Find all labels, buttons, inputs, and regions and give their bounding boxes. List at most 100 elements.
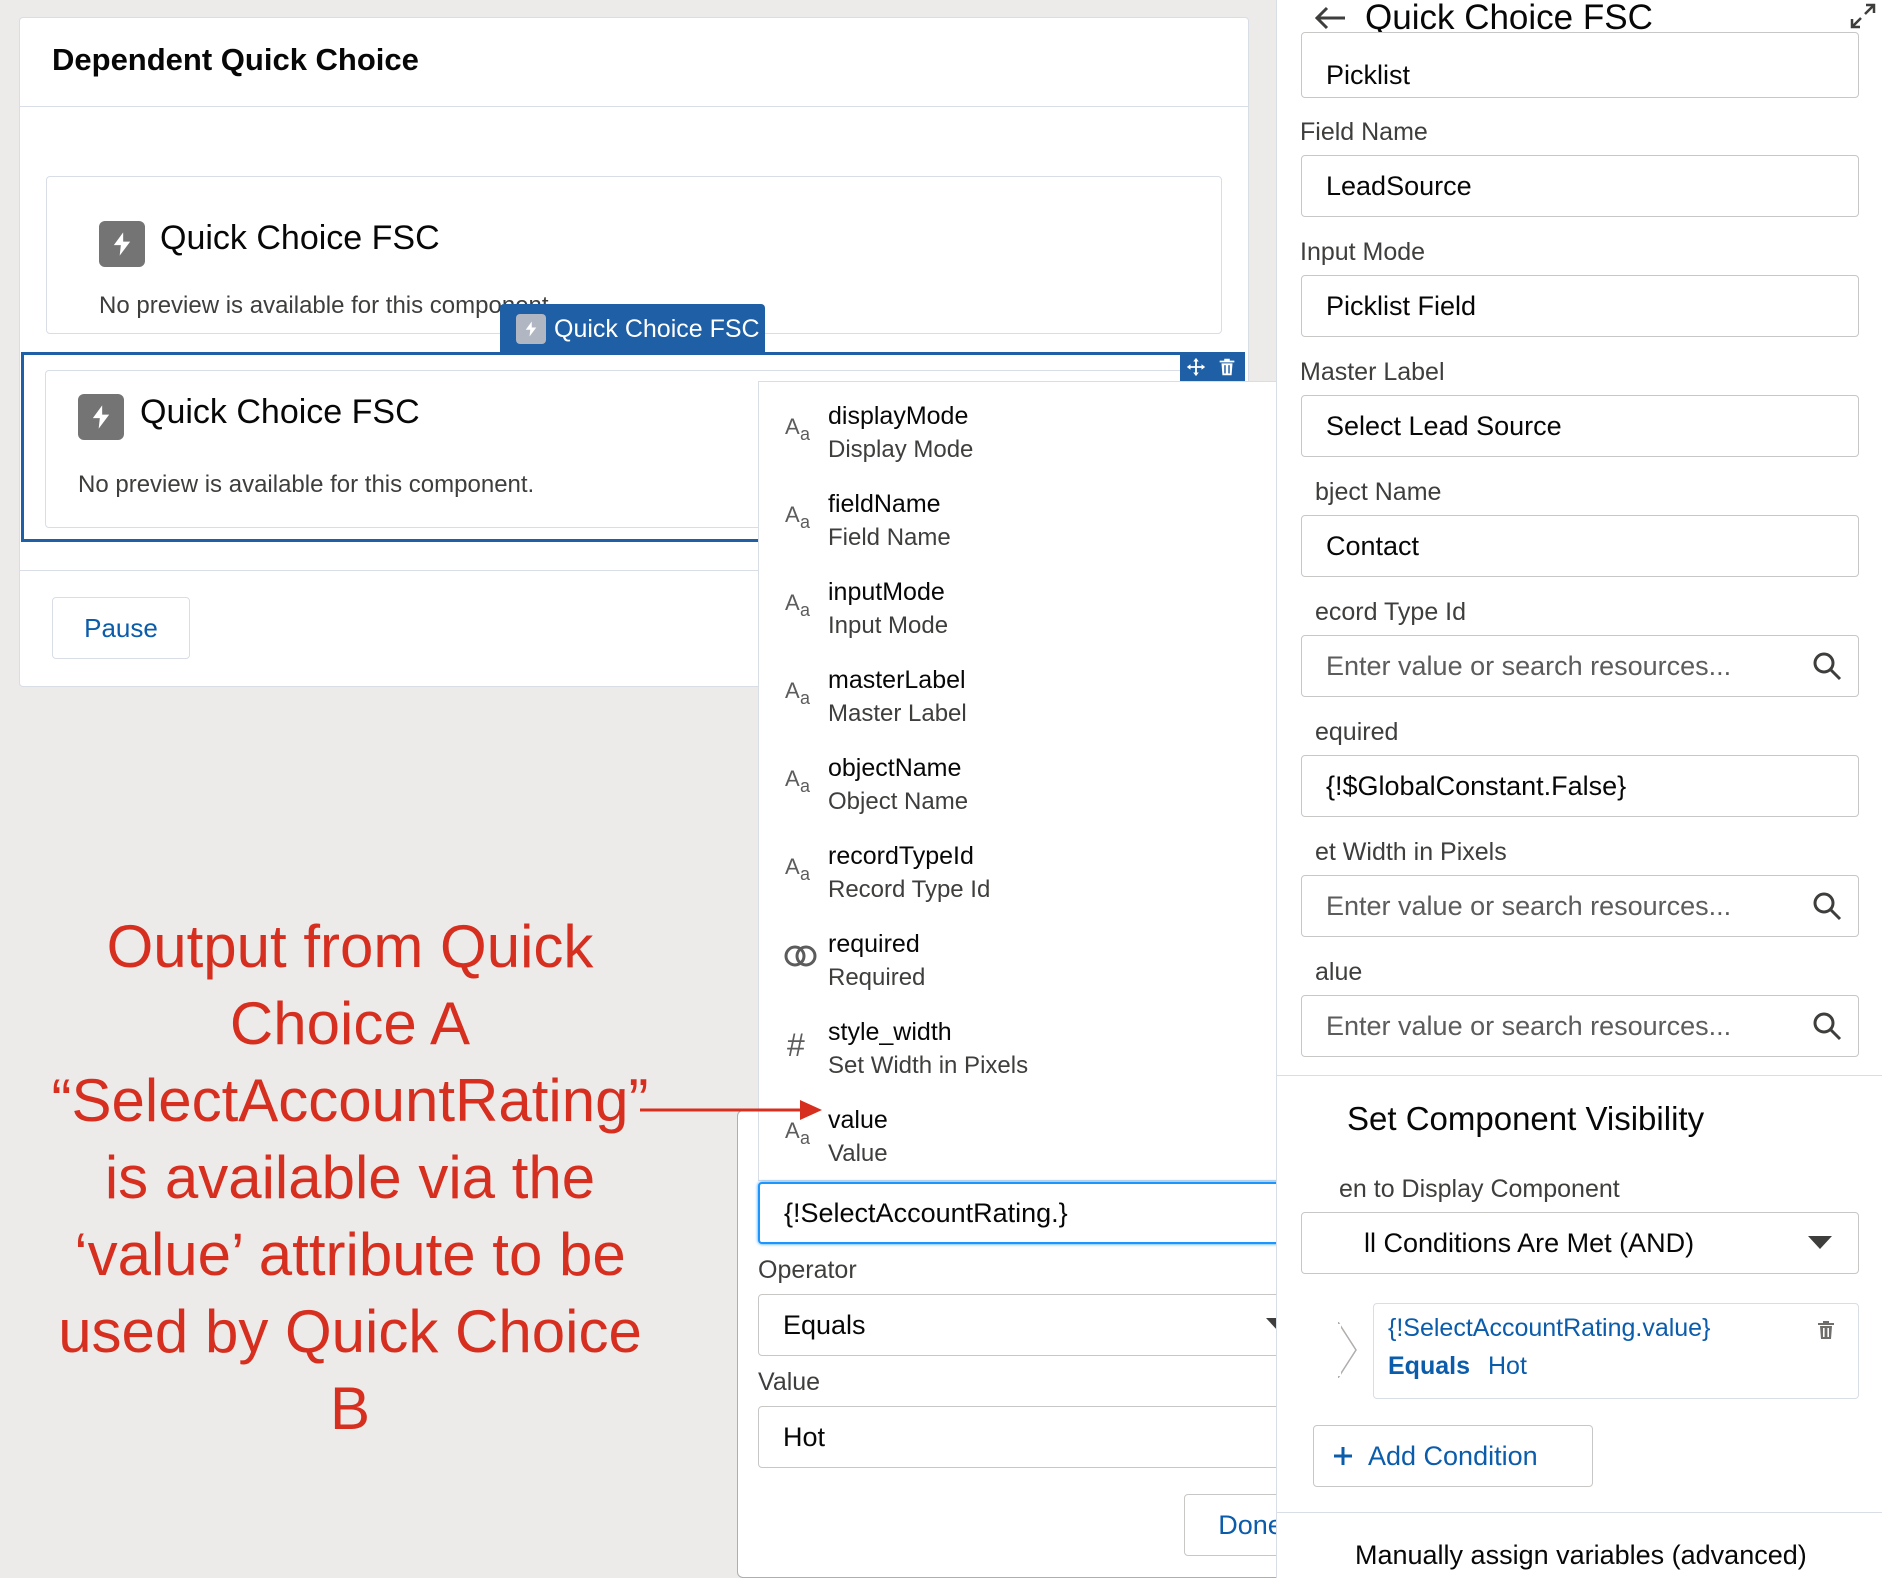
- dropdown-item-label: Required: [828, 964, 926, 991]
- component-toolbar: [1180, 352, 1243, 382]
- component-title: Quick Choice FSC: [160, 219, 440, 257]
- component-preview-text: No preview is available for this compone…: [99, 292, 556, 319]
- operator-label: Operator: [758, 1256, 857, 1284]
- master-label-input[interactable]: Select Lead Source: [1301, 395, 1859, 457]
- section-divider: [1277, 1512, 1882, 1513]
- record-type-label: ecord Type Id: [1315, 598, 1467, 626]
- record-type-placeholder: Enter value or search resources...: [1326, 650, 1732, 681]
- width-input[interactable]: Enter value or search resources...: [1301, 875, 1859, 937]
- svg-text:a: a: [800, 688, 811, 708]
- dropdown-item-label: Record Type Id: [828, 876, 991, 903]
- operator-select[interactable]: Equals: [758, 1294, 1317, 1356]
- required-label: equired: [1315, 718, 1399, 746]
- svg-text:a: a: [800, 864, 811, 884]
- screen-title: Dependent Quick Choice: [52, 42, 419, 77]
- input-mode-label: Input Mode: [1300, 238, 1426, 266]
- plus-icon: [1334, 1447, 1352, 1465]
- pause-button[interactable]: Pause: [52, 597, 190, 659]
- move-icon[interactable]: [1185, 356, 1207, 378]
- search-icon[interactable]: [1812, 1011, 1842, 1041]
- required-input[interactable]: {!$GlobalConstant.False}: [1301, 755, 1859, 817]
- dropdown-item-label: Input Mode: [828, 612, 949, 639]
- value-field-input[interactable]: Enter value or search resources...: [1301, 995, 1859, 1057]
- dropdown-item-required[interactable]: required Required: [759, 918, 1279, 1006]
- popover-notch: [1338, 1322, 1357, 1378]
- annotation-line: used by Quick Choice: [58, 1298, 642, 1365]
- text-icon: Aa: [781, 408, 821, 448]
- lightning-icon: [516, 314, 546, 344]
- dropdown-item-value[interactable]: Aa value Value: [759, 1094, 1279, 1182]
- dropdown-item-objectName[interactable]: Aa objectName Object Name: [759, 742, 1279, 830]
- properties-panel: Quick Choice FSC Picklist Field Name Lea…: [1276, 0, 1882, 1578]
- search-icon[interactable]: [1812, 651, 1842, 681]
- condition-resource: {!SelectAccountRating.value}: [1388, 1314, 1711, 1342]
- text-icon: Aa: [781, 672, 821, 712]
- resource-dropdown: Aa displayMode Display Mode Aa fieldName…: [758, 381, 1313, 1181]
- svg-text:a: a: [800, 776, 811, 796]
- dropdown-item-fieldName[interactable]: Aa fieldName Field Name: [759, 478, 1279, 566]
- dropdown-item-recordTypeId[interactable]: Aa recordTypeId Record Type Id: [759, 830, 1279, 918]
- annotation-line: is available via the: [104, 1144, 596, 1211]
- dropdown-item-label: Object Name: [828, 788, 969, 815]
- annotation-text: Output from Quick Choice A “SelectAccoun…: [20, 908, 680, 1447]
- when-to-display-label: en to Display Component: [1339, 1175, 1620, 1203]
- text-icon: Aa: [781, 584, 821, 624]
- dropdown-item-name: masterLabel: [828, 666, 966, 694]
- svg-text:A: A: [785, 678, 800, 703]
- svg-text:a: a: [800, 424, 811, 444]
- dropdown-item-name: fieldName: [828, 490, 941, 518]
- selected-component-tab-label: Quick Choice FSC: [554, 314, 760, 343]
- back-arrow-icon[interactable]: [1313, 4, 1349, 32]
- delete-icon[interactable]: [1814, 1318, 1838, 1342]
- svg-text:#: #: [787, 1027, 805, 1063]
- record-type-input[interactable]: Enter value or search resources...: [1301, 635, 1859, 697]
- selected-component-tab[interactable]: Quick Choice FSC: [500, 304, 765, 354]
- dropdown-item-name: objectName: [828, 754, 962, 782]
- svg-text:a: a: [800, 600, 811, 620]
- number-icon: #: [781, 1024, 821, 1064]
- when-to-display-value: ll Conditions Are Met (AND): [1364, 1227, 1695, 1258]
- dropdown-item-label: Set Width in Pixels: [828, 1052, 1029, 1079]
- width-label: et Width in Pixels: [1315, 838, 1507, 866]
- manual-assign-toggle[interactable]: Manually assign variables (advanced): [1355, 1540, 1807, 1571]
- annotation-arrow: [640, 1100, 822, 1120]
- operator-select-value: Equals: [783, 1309, 866, 1340]
- value-label: Value: [758, 1368, 821, 1396]
- lightning-icon: [78, 394, 124, 440]
- dropdown-item-label: Value: [828, 1140, 888, 1167]
- object-name-input[interactable]: Contact: [1301, 515, 1859, 577]
- object-name-label: bject Name: [1315, 478, 1442, 506]
- dropdown-item-masterLabel[interactable]: Aa masterLabel Master Label: [759, 654, 1279, 742]
- dropdown-item-label: Master Label: [828, 700, 967, 727]
- boolean-icon: [781, 936, 821, 976]
- input-mode-input[interactable]: Picklist Field: [1301, 275, 1859, 337]
- lightning-icon: [99, 221, 145, 267]
- width-placeholder: Enter value or search resources...: [1326, 890, 1732, 921]
- when-to-display-select[interactable]: ll Conditions Are Met (AND): [1301, 1212, 1859, 1274]
- dropdown-item-label: Field Name: [828, 524, 951, 551]
- condition-card[interactable]: {!SelectAccountRating.value} Equals Hot: [1373, 1303, 1859, 1399]
- field-name-label: Field Name: [1300, 118, 1428, 146]
- top-field[interactable]: Picklist: [1301, 32, 1859, 98]
- condition-operator: Equals: [1388, 1352, 1470, 1380]
- visibility-section-title: Set Component Visibility: [1347, 1100, 1705, 1137]
- dropdown-item-label: Display Mode: [828, 436, 974, 463]
- search-icon[interactable]: [1812, 891, 1842, 921]
- add-condition-button[interactable]: Add Condition: [1313, 1425, 1593, 1487]
- svg-text:a: a: [800, 512, 811, 532]
- expand-icon[interactable]: [1849, 2, 1877, 30]
- dropdown-item-name: recordTypeId: [828, 842, 974, 870]
- resource-search-input[interactable]: {!SelectAccountRating.}: [758, 1182, 1317, 1244]
- svg-text:a: a: [800, 1128, 811, 1148]
- svg-text:A: A: [785, 854, 800, 879]
- dropdown-item-style-width[interactable]: # style_width Set Width in Pixels: [759, 1006, 1279, 1094]
- value-input[interactable]: Hot: [758, 1406, 1317, 1468]
- field-name-input[interactable]: LeadSource: [1301, 155, 1859, 217]
- dropdown-item-inputMode[interactable]: Aa inputMode Input Mode: [759, 566, 1279, 654]
- dropdown-item-name: required: [828, 930, 920, 958]
- dropdown-item-displayMode[interactable]: Aa displayMode Display Mode: [759, 390, 1279, 478]
- annotation-line: ‘value’ attribute to be: [74, 1221, 626, 1288]
- delete-icon[interactable]: [1216, 356, 1238, 378]
- section-divider: [1277, 1075, 1882, 1076]
- condition-value: Hot: [1488, 1352, 1527, 1380]
